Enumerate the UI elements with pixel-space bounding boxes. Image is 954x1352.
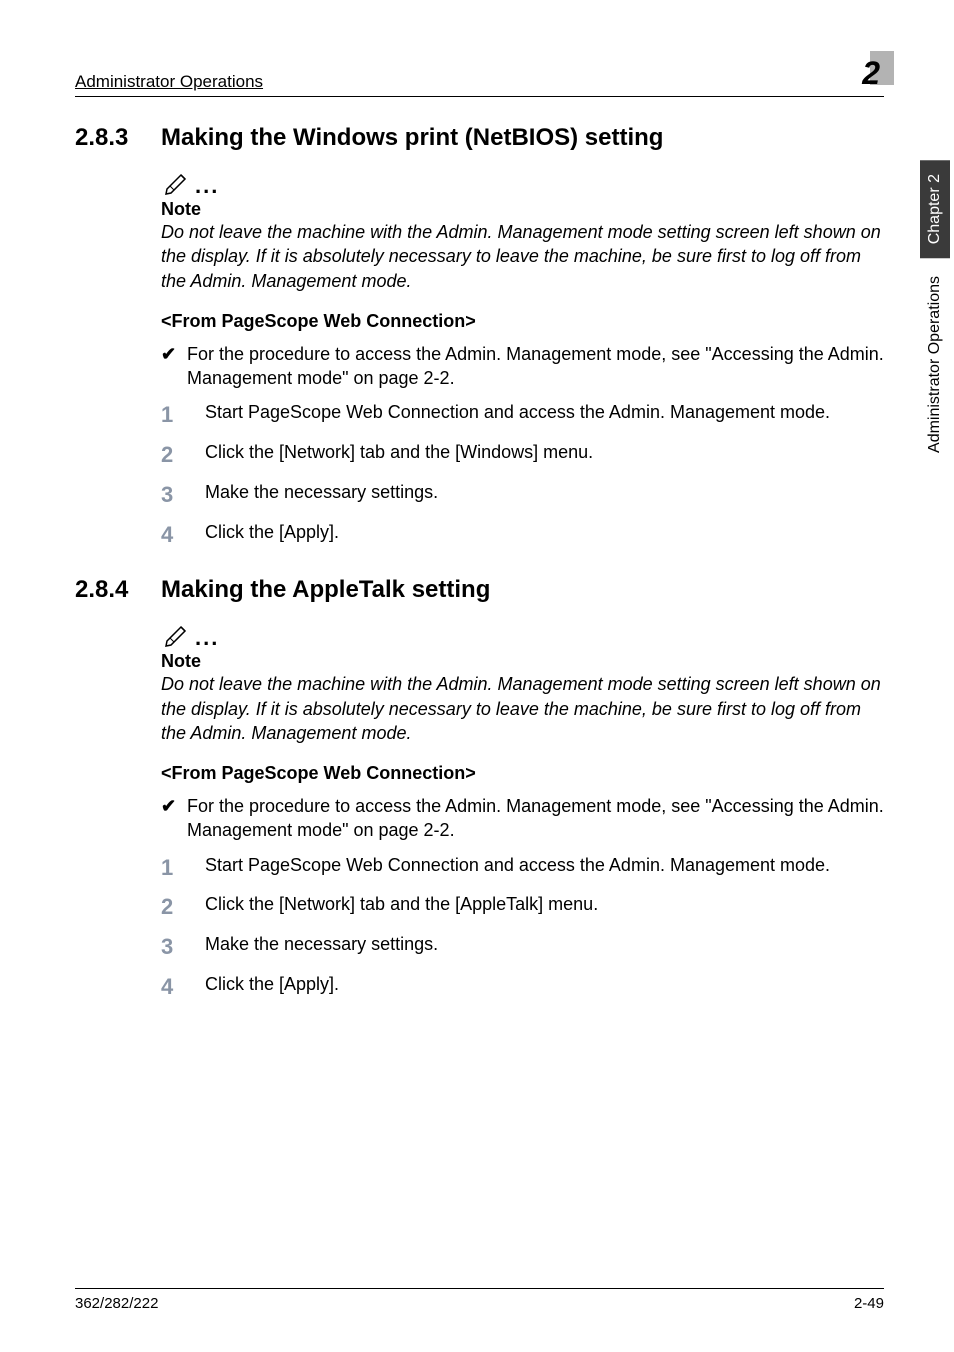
chapter-number-text: 2 xyxy=(862,55,880,91)
checkmark-icon: ✔ xyxy=(161,342,187,391)
section1-step-1: 1 Start PageScope Web Connection and acc… xyxy=(161,400,884,430)
section1-step-3: 3 Make the necessary settings. xyxy=(161,480,884,510)
section-heading: Making the Windows print (NetBIOS) setti… xyxy=(161,123,663,153)
prerequisite-text: For the procedure to access the Admin. M… xyxy=(187,342,884,391)
footer-left: 362/282/222 xyxy=(75,1295,158,1312)
note-dots-icon: ... xyxy=(195,627,219,649)
section-heading: Making the AppleTalk setting xyxy=(161,575,490,605)
step-text: Make the necessary settings. xyxy=(205,932,438,962)
subheading-1: <From PageScope Web Connection> xyxy=(161,311,884,332)
note-dots-icon: ... xyxy=(195,175,219,197)
note-text: Do not leave the machine with the Admin.… xyxy=(161,220,884,293)
note-label: Note xyxy=(161,651,884,672)
note-label: Note xyxy=(161,199,884,220)
step-number: 1 xyxy=(161,400,205,430)
section-2-8-3-title: 2.8.3 Making the Windows print (NetBIOS)… xyxy=(75,123,884,153)
footer-right: 2-49 xyxy=(854,1295,884,1312)
section-number: 2.8.4 xyxy=(75,576,161,604)
section-2-8-4-title: 2.8.4 Making the AppleTalk setting xyxy=(75,575,884,605)
step-number: 4 xyxy=(161,520,205,550)
page-header: Administrator Operations 2 xyxy=(75,55,884,97)
prerequisite-1: ✔ For the procedure to access the Admin.… xyxy=(161,342,884,391)
section1-step-2: 2 Click the [Network] tab and the [Windo… xyxy=(161,440,884,470)
step-number: 3 xyxy=(161,480,205,510)
step-text: Click the [Network] tab and the [AppleTa… xyxy=(205,892,598,922)
step-number: 3 xyxy=(161,932,205,962)
side-tab-section: Administrator Operations xyxy=(924,262,946,467)
section2-step-1: 1 Start PageScope Web Connection and acc… xyxy=(161,853,884,883)
note-pencil-icon xyxy=(161,619,191,649)
header-chapter-number: 2 xyxy=(858,55,884,92)
page-content: Administrator Operations 2 2.8.3 Making … xyxy=(0,0,954,1230)
note-block-1: ... Note Do not leave the machine with t… xyxy=(161,167,884,293)
section2-step-4: 4 Click the [Apply]. xyxy=(161,972,884,1002)
header-section-title: Administrator Operations xyxy=(75,72,263,92)
step-number: 4 xyxy=(161,972,205,1002)
note-icon-row: ... xyxy=(161,619,884,649)
subheading-2: <From PageScope Web Connection> xyxy=(161,763,884,784)
step-text: Click the [Network] tab and the [Windows… xyxy=(205,440,593,470)
step-text: Start PageScope Web Connection and acces… xyxy=(205,400,830,430)
prerequisite-2: ✔ For the procedure to access the Admin.… xyxy=(161,794,884,843)
step-number: 1 xyxy=(161,853,205,883)
page-footer: 362/282/222 2-49 xyxy=(75,1288,884,1312)
section-number: 2.8.3 xyxy=(75,124,161,152)
step-text: Click the [Apply]. xyxy=(205,520,339,550)
section1-step-4: 4 Click the [Apply]. xyxy=(161,520,884,550)
note-block-2: ... Note Do not leave the machine with t… xyxy=(161,619,884,745)
step-text: Make the necessary settings. xyxy=(205,480,438,510)
note-pencil-icon xyxy=(161,167,191,197)
side-tab: Chapter 2 Administrator Operations xyxy=(916,160,954,467)
step-number: 2 xyxy=(161,892,205,922)
checkmark-icon: ✔ xyxy=(161,794,187,843)
prerequisite-text: For the procedure to access the Admin. M… xyxy=(187,794,884,843)
step-text: Start PageScope Web Connection and acces… xyxy=(205,853,830,883)
side-tab-chapter: Chapter 2 xyxy=(920,160,950,258)
note-text: Do not leave the machine with the Admin.… xyxy=(161,672,884,745)
section2-step-2: 2 Click the [Network] tab and the [Apple… xyxy=(161,892,884,922)
note-icon-row: ... xyxy=(161,167,884,197)
section2-step-3: 3 Make the necessary settings. xyxy=(161,932,884,962)
step-number: 2 xyxy=(161,440,205,470)
step-text: Click the [Apply]. xyxy=(205,972,339,1002)
